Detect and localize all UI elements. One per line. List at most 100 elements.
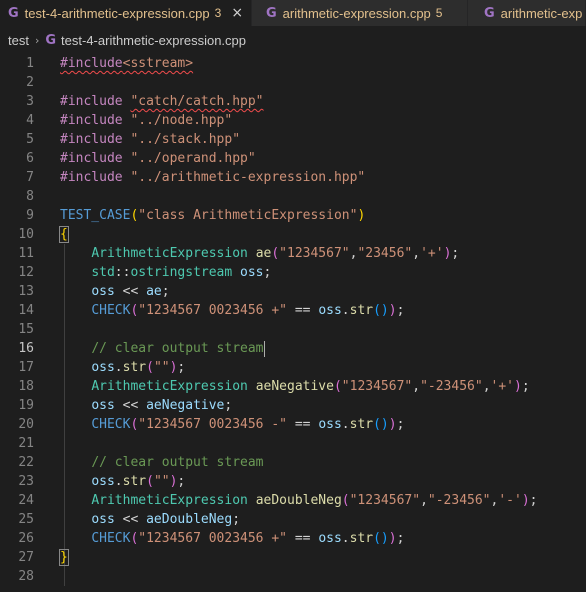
code-text: // clear output stream: [34, 453, 586, 472]
breadcrumb-file[interactable]: test-4-arithmetic-expression.cpp: [61, 33, 246, 48]
code-line[interactable]: 23 oss.str("");: [0, 472, 586, 491]
line-number: 11: [18, 246, 34, 261]
code-line[interactable]: 6 #include "../operand.hpp": [0, 149, 586, 168]
code-line[interactable]: 15: [0, 320, 586, 339]
code-token: .: [341, 417, 350, 432]
code-text: CHECK("1234567 0023456 +" == oss.str());: [34, 301, 586, 320]
line-number: 25: [18, 512, 34, 527]
code-line[interactable]: 11 ArithmeticExpression ae("1234567","23…: [0, 244, 586, 263]
code-line[interactable]: 18 ArithmeticExpression aeNegative("1234…: [0, 377, 586, 396]
code-line[interactable]: 16 // clear output stream: [0, 339, 586, 358]
code-token: ;: [263, 265, 272, 280]
code-line[interactable]: 1 #include<sstream>: [0, 54, 586, 73]
code-token: ): [514, 379, 522, 394]
code-line[interactable]: 26 CHECK("1234567 0023456 +" == oss.str(…: [0, 529, 586, 548]
code-token: ;: [396, 303, 405, 318]
code-token: #include: [60, 94, 123, 109]
code-token: (: [341, 493, 350, 508]
code-editor[interactable]: 1 #include<sstream> 2 3 #include "catch/catc…: [0, 54, 586, 586]
code-line[interactable]: 28: [0, 567, 586, 586]
code-token: ,: [412, 246, 421, 261]
code-token: CHECK: [91, 303, 131, 318]
code-line[interactable]: 12 std::ostringstream oss;: [0, 263, 586, 282]
line-number: 17: [18, 360, 34, 375]
code-token: oss: [91, 512, 115, 527]
code-text: ArithmeticExpression ae("1234567","23456…: [34, 244, 586, 263]
code-line[interactable]: 10 {: [0, 225, 586, 244]
code-text: ArithmeticExpression aeDoubleNeg("123456…: [34, 491, 586, 510]
line-number: 14: [18, 303, 34, 318]
code-line[interactable]: 5 #include "../stack.hpp": [0, 130, 586, 149]
close-icon[interactable]: ×: [231, 5, 243, 21]
code-token: ): [357, 208, 366, 223]
code-token: ;: [232, 512, 241, 527]
code-line[interactable]: 20 CHECK("1234567 0023456 -" == oss.str(…: [0, 415, 586, 434]
code-token: {: [59, 226, 69, 243]
code-line[interactable]: 13 oss << ae;: [0, 282, 586, 301]
cpp-file-icon: G: [266, 5, 277, 21]
code-line[interactable]: 27}: [0, 548, 586, 567]
code-line[interactable]: 25 oss << aeDoubleNeg;: [0, 510, 586, 529]
code-token: ==: [287, 303, 319, 318]
code-token: (): [373, 303, 389, 318]
breadcrumb: test › G test-4-arithmetic-expression.cp…: [0, 26, 586, 54]
cpp-file-icon: G: [484, 5, 495, 21]
text-cursor: [263, 340, 265, 357]
code-token: CHECK: [91, 531, 131, 546]
code-token: ;: [529, 493, 538, 508]
code-token: oss: [318, 417, 342, 432]
line-number: 19: [18, 398, 34, 413]
code-text: }: [34, 548, 586, 567]
code-token: ;: [396, 417, 405, 432]
code-token: ;: [521, 379, 530, 394]
code-token: }: [59, 549, 69, 566]
code-line[interactable]: 8: [0, 187, 586, 206]
code-line[interactable]: 7 #include "../arithmetic-expression.hpp": [0, 168, 586, 187]
tab-arithmetic-expression[interactable]: G arithmetic-expression.cpp 5: [252, 0, 468, 26]
code-line[interactable]: 9 TEST_CASE("class ArithmeticExpression"): [0, 206, 586, 225]
code-line[interactable]: 22 // clear output stream: [0, 453, 586, 472]
code-token: (: [146, 360, 154, 375]
line-number: 24: [18, 493, 34, 508]
code-token: <<: [114, 512, 147, 527]
code-line[interactable]: 19 oss << aeNegative;: [0, 396, 586, 415]
code-token: <<: [114, 284, 147, 299]
code-line[interactable]: 17 oss.str("");: [0, 358, 586, 377]
code-token: #include: [60, 170, 123, 185]
cpp-file-icon: G: [8, 5, 19, 21]
code-line[interactable]: 24 ArithmeticExpression aeDoubleNeg("123…: [0, 491, 586, 510]
code-token: "1234567 0023456 +": [138, 303, 287, 318]
code-token: TEST_CASE: [60, 208, 131, 223]
code-token: (: [146, 474, 154, 489]
code-token: str: [349, 303, 374, 318]
code-token: aeDoubleNeg: [255, 493, 342, 508]
breadcrumb-folder[interactable]: test: [8, 33, 29, 48]
code-token: ;: [161, 284, 170, 299]
code-token: ;: [396, 531, 405, 546]
code-line[interactable]: 21: [0, 434, 586, 453]
code-token: #include: [60, 56, 123, 71]
code-token: ): [388, 303, 397, 318]
code-line[interactable]: 3 #include "catch/catch.hpp": [0, 92, 586, 111]
code-text: oss << aeNegative;: [34, 396, 586, 415]
line-number: 6: [26, 151, 34, 166]
code-line[interactable]: 2: [0, 73, 586, 92]
code-token: "1234567": [279, 246, 350, 261]
tab-arithmetic-exp[interactable]: G arithmetic-exp: [468, 0, 586, 26]
code-token: .: [114, 474, 123, 489]
code-token: ;: [177, 474, 186, 489]
code-line[interactable]: 4 #include "../node.hpp": [0, 111, 586, 130]
tab-test-4-arithmetic-expression[interactable]: G test-4-arithmetic-expression.cpp 3 ×: [0, 0, 252, 26]
code-line[interactable]: 14 CHECK("1234567 0023456 +" == oss.str(…: [0, 301, 586, 320]
code-token: ;: [451, 246, 460, 261]
